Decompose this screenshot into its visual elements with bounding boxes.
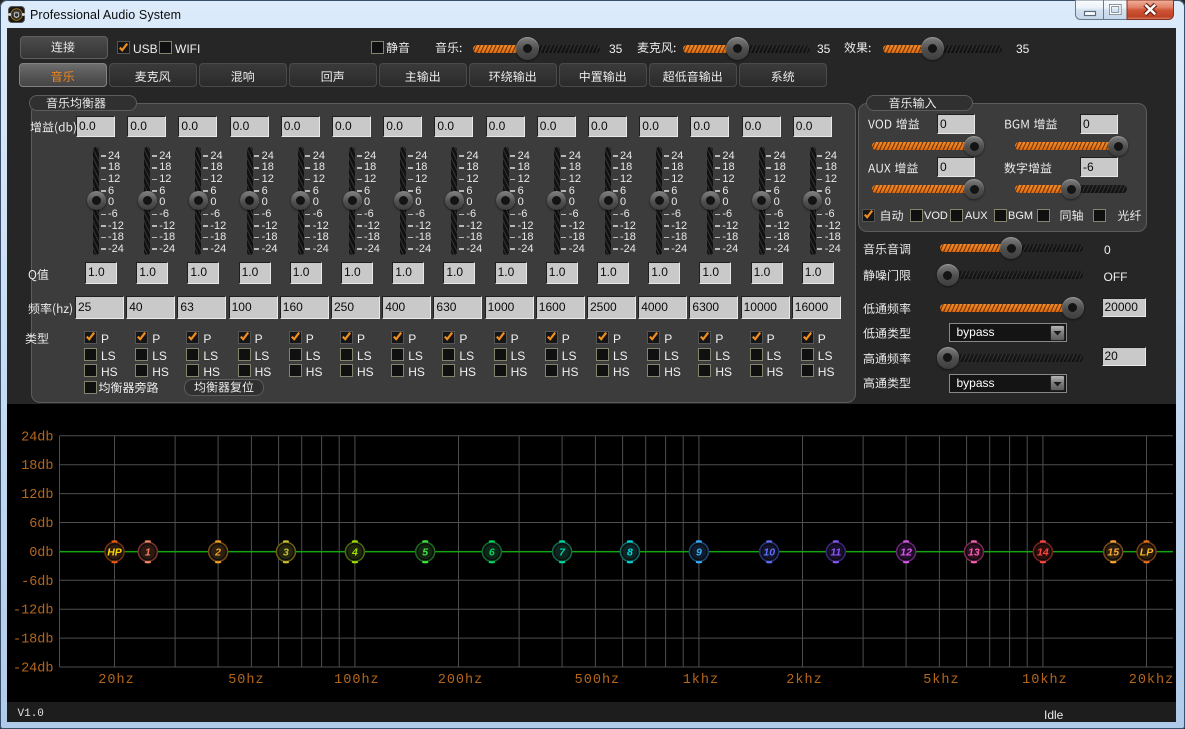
svg-text:20khz: 20khz bbox=[1129, 673, 1175, 688]
svg-text:5khz: 5khz bbox=[923, 673, 959, 688]
svg-text:2khz: 2khz bbox=[786, 673, 822, 688]
svg-text:24db: 24db bbox=[21, 430, 53, 445]
svg-text:20hz: 20hz bbox=[98, 673, 134, 688]
svg-text:6db: 6db bbox=[29, 517, 53, 532]
svg-text:6: 6 bbox=[489, 546, 495, 558]
svg-text:11: 11 bbox=[830, 546, 841, 558]
svg-text:18db: 18db bbox=[21, 459, 53, 474]
svg-text:HP: HP bbox=[107, 546, 123, 558]
svg-text:-24db: -24db bbox=[13, 662, 54, 677]
svg-text:500hz: 500hz bbox=[575, 673, 621, 688]
svg-text:2: 2 bbox=[214, 546, 221, 558]
svg-text:12: 12 bbox=[900, 546, 912, 558]
svg-text:12db: 12db bbox=[21, 488, 53, 503]
svg-text:200hz: 200hz bbox=[438, 673, 484, 688]
svg-text:3: 3 bbox=[283, 546, 289, 558]
svg-text:9: 9 bbox=[696, 546, 702, 558]
svg-text:1khz: 1khz bbox=[683, 673, 719, 688]
svg-text:-12db: -12db bbox=[13, 604, 54, 619]
svg-text:4: 4 bbox=[351, 546, 358, 558]
svg-text:1: 1 bbox=[145, 546, 151, 558]
svg-text:LP: LP bbox=[1140, 546, 1154, 558]
svg-text:10khz: 10khz bbox=[1022, 673, 1068, 688]
svg-text:15: 15 bbox=[1107, 546, 1119, 558]
svg-text:14: 14 bbox=[1037, 546, 1049, 558]
svg-text:50hz: 50hz bbox=[228, 673, 264, 688]
svg-text:-6db: -6db bbox=[21, 575, 53, 590]
svg-text:13: 13 bbox=[968, 546, 980, 558]
svg-text:-18db: -18db bbox=[13, 633, 54, 648]
svg-text:0db: 0db bbox=[29, 546, 53, 561]
svg-text:8: 8 bbox=[627, 546, 633, 558]
svg-text:5: 5 bbox=[422, 546, 428, 558]
svg-text:100hz: 100hz bbox=[334, 673, 380, 688]
svg-text:10: 10 bbox=[763, 546, 775, 558]
